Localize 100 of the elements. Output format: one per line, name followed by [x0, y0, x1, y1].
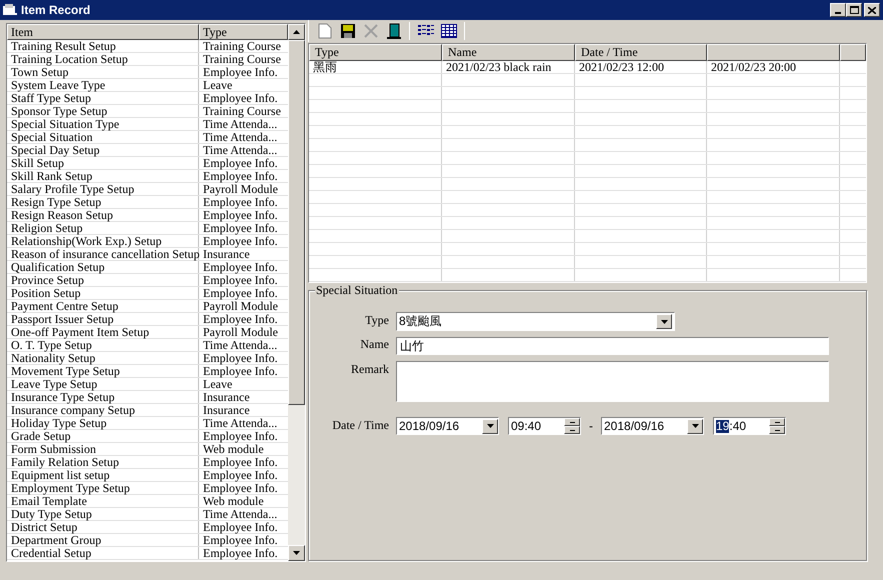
range-separator: - [589, 420, 593, 432]
table-cell: Department Group [7, 534, 199, 546]
table-cell: Skill Rank Setup [7, 170, 199, 182]
column-header[interactable]: Date / Time [575, 44, 707, 61]
table-cell: Religion Setup [7, 222, 199, 234]
table-cell: Movement Type Setup [7, 365, 199, 377]
table-cell-text: Employee Info. [202, 157, 279, 169]
date-picker[interactable]: 2018/09/16 [396, 417, 499, 435]
table-cell: Salary Profile Type Setup [7, 183, 199, 195]
column-header[interactable]: Item [7, 24, 199, 40]
table-cell-text: Employee Info. [202, 469, 279, 481]
door-icon[interactable] [386, 23, 402, 39]
table-cell-text: Training Course [202, 105, 282, 117]
column-header[interactable]: Type [309, 44, 442, 61]
table-cell: Email Template [7, 495, 199, 507]
table-cell-text: Employee Info. [202, 235, 279, 247]
table-cell: Equipment list setup [7, 469, 199, 481]
table-cell: Credential Setup [7, 547, 199, 559]
time-field[interactable]: 09:40 [508, 417, 581, 435]
table-cell: Form Submission [7, 443, 199, 455]
table-cell-text: Training Course [202, 53, 282, 65]
field-label: Date / Time [331, 419, 389, 434]
table-cell-text: Employee Info. [202, 170, 279, 182]
table-cell: System Leave Type [7, 79, 199, 91]
group-title: Special Situation [315, 284, 399, 297]
caret-icon [692, 424, 698, 428]
scroll-down-icon [293, 551, 300, 555]
table-cell: 黑雨 [313, 60, 337, 74]
remark-field[interactable] [396, 361, 829, 402]
table-cell-text: Employee Info. [202, 274, 279, 286]
column-header[interactable] [707, 44, 840, 61]
table-cell-text: Employee Info. [202, 261, 279, 273]
table-cell-text: Employee Info. [202, 456, 279, 468]
field-label: Type [364, 312, 389, 329]
name-field[interactable]: 山竹 [396, 337, 829, 355]
table-cell: Leave Type Setup [7, 378, 199, 390]
table-cell: Relationship(Work Exp.) Setup [7, 235, 199, 247]
table-cell-text: Payroll Module [202, 183, 279, 195]
table-cell: Position Setup [7, 287, 199, 299]
table-cell: Province Setup [7, 274, 199, 286]
date-dropdown-button[interactable] [687, 418, 703, 434]
maximize-button[interactable] [846, 3, 862, 17]
table-cell-text: Leave [202, 378, 232, 390]
table-cell-text: Employee Info. [202, 209, 279, 221]
table-cell: Insurance company Setup [7, 404, 199, 416]
table-cell: Special Situation [7, 131, 199, 143]
minimize-button[interactable] [830, 3, 846, 17]
table-cell-text: Time Attenda... [202, 508, 278, 520]
table-cell-text: Insurance [202, 248, 250, 260]
table-cell-text: Payroll Module [202, 326, 279, 338]
table-cell: Duty Type Setup [7, 508, 199, 520]
table-cell-text: Employee Info. [202, 521, 279, 533]
caret-icon [486, 424, 494, 428]
scroll-up-icon [293, 30, 300, 34]
close-icon [868, 6, 876, 14]
table-cell-text: Time Attenda... [202, 339, 278, 351]
grid-view-icon[interactable] [440, 24, 456, 38]
table-cell: Training Result Setup [7, 40, 199, 52]
table-cell-text: Employee Info. [202, 534, 279, 546]
table-cell-text: Leave [202, 79, 232, 91]
column-header[interactable]: Name [442, 44, 575, 61]
table-cell: One-off Payment Item Setup [7, 326, 199, 338]
time-field[interactable]: 19:40 [713, 417, 786, 435]
table-cell: Resign Type Setup [7, 196, 199, 208]
scrollbar[interactable] [288, 24, 305, 561]
table-cell-text: Employee Info. [202, 430, 279, 442]
table-cell-text: Insurance [202, 391, 251, 403]
type-dropdown[interactable]: 8號颱風 [396, 312, 675, 331]
table-cell: Sponsor Type Setup [7, 105, 199, 117]
maximize-icon [850, 6, 858, 14]
date-dropdown-button[interactable] [482, 418, 498, 434]
table-cell: Reason of insurance cancellation Setup [7, 248, 199, 260]
table-cell: Skill Setup [7, 157, 199, 169]
window-title: Item Record [21, 4, 90, 16]
new-document-icon[interactable] [318, 23, 332, 39]
table-cell-text: Payroll Module [202, 300, 279, 312]
table-cell: Training Location Setup [7, 53, 199, 65]
table-cell-text: Employee Info. [202, 352, 279, 364]
spin-buttons[interactable] [769, 418, 785, 434]
column-header[interactable]: Type [199, 24, 288, 40]
close-button[interactable] [864, 3, 880, 17]
spin-buttons[interactable] [564, 418, 580, 434]
list-view-icon[interactable] [418, 24, 434, 38]
caret-icon [660, 320, 668, 324]
table-cell-text: Training Course [202, 40, 282, 52]
table-cell-text: Employee Info. [202, 222, 279, 234]
table-cell-text: Employee Info. [202, 196, 279, 208]
column-header[interactable] [840, 44, 866, 61]
dropdown-button[interactable] [656, 314, 672, 329]
table-cell: Town Setup [7, 66, 199, 78]
table-cell: 2021/02/23 20:00 [711, 60, 796, 74]
table-cell-text: Time Attenda... [202, 118, 278, 130]
table-cell: Special Day Setup [7, 144, 199, 156]
table-cell-text: Employee Info. [202, 547, 279, 559]
table-cell-text: Employee Info. [202, 365, 279, 377]
table-cell: 2021/02/23 black rain [446, 60, 552, 74]
date-picker[interactable]: 2018/09/16 [601, 417, 704, 435]
table-cell-text: Time Attenda... [202, 417, 278, 429]
table-cell: Holiday Type Setup [7, 417, 199, 429]
field-label: Remark [350, 363, 389, 378]
